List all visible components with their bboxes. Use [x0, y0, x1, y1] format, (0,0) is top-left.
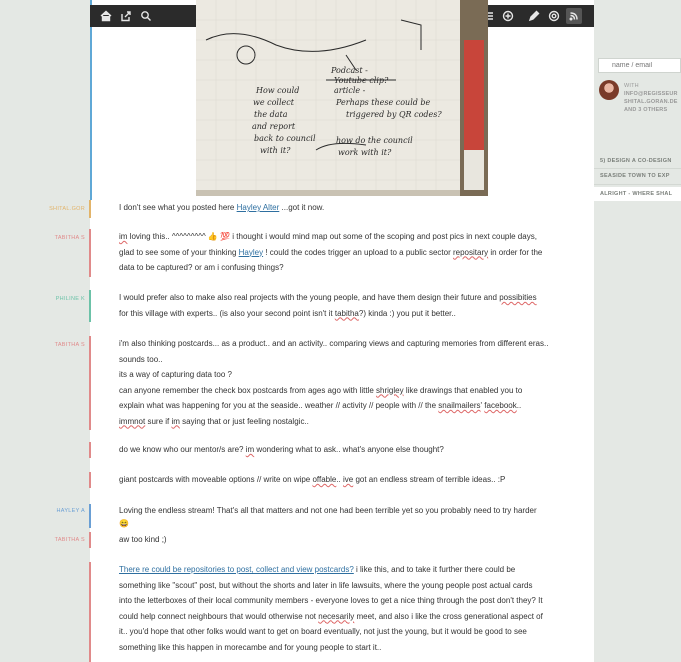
author-color-bar: [89, 504, 91, 528]
share-icon[interactable]: [118, 8, 134, 24]
message-text: aw too kind ;): [119, 535, 167, 544]
sketch-text: back to council: [254, 134, 316, 143]
collaborators-list: WITH INFO@REGISSEUR SHITAL.GORAN.DE AND …: [624, 83, 678, 113]
sketch-text: triggered by QR codes?: [346, 110, 442, 119]
sketch-text: Youtube clip?: [334, 76, 389, 85]
avatar: [599, 80, 619, 100]
author-label: TABITHA S: [54, 235, 85, 241]
author-label: TABITHA S: [54, 537, 85, 543]
author-color-bar: [89, 562, 91, 662]
sketch-text: we collect: [253, 98, 294, 107]
sketch-text: Podcast -: [331, 66, 368, 75]
name-email-input[interactable]: [598, 58, 681, 73]
thread-link[interactable]: SEASIDE TOWN TO EXP: [600, 173, 670, 179]
sketch-text: with it?: [260, 146, 291, 155]
message-text: do we know who our mentor/s are? im wond…: [119, 445, 444, 454]
sketch-text: How could: [256, 86, 300, 95]
author-color-bar: [89, 442, 91, 458]
author-label: TABITHA S: [54, 342, 85, 348]
message-text: There re could be repositories to post, …: [119, 565, 543, 652]
message-text: Loving the endless stream! That's all th…: [119, 506, 537, 528]
add-icon[interactable]: [500, 8, 516, 24]
message-text: i'm also thinking postcards... as a prod…: [119, 339, 549, 426]
mention-link[interactable]: Hayley: [239, 248, 263, 257]
sketch-text: article -: [334, 86, 366, 95]
author-color-bar: [89, 229, 91, 277]
mention-link[interactable]: Hayley Alter: [237, 203, 280, 212]
message-text: I would prefer also to make also real pr…: [119, 293, 537, 318]
author-label: SHITAL.GOR: [49, 206, 85, 212]
author-color-bar: [89, 200, 91, 218]
author-color-bar: [89, 290, 91, 322]
divider: [594, 168, 681, 169]
author-color-bar: [89, 336, 91, 430]
rss-icon[interactable]: [566, 8, 582, 24]
home-icon[interactable]: [98, 8, 114, 24]
divider: [594, 184, 681, 185]
sketch-text: how do the council: [336, 136, 413, 145]
sketchbook-photo: Podcast - Youtube clip? article - Perhap…: [196, 0, 488, 196]
pen-icon[interactable]: [526, 8, 542, 24]
author-label: PHILINE K: [55, 296, 85, 302]
message-text: im loving this.. ^^^^^^^^^ 👍 💯 i thought…: [119, 232, 543, 272]
message-text: giant postcards with moveable options //…: [119, 475, 506, 484]
left-gutter: [0, 0, 90, 662]
author-color-bar: [89, 532, 91, 548]
thread-link[interactable]: 5) DESIGN A CO-DESIGN: [600, 158, 672, 164]
author-label: HAYLEY A: [56, 508, 85, 514]
sketch-text: the data: [254, 110, 288, 119]
accent-line: [90, 0, 92, 200]
sketch-text: work with it?: [338, 148, 392, 157]
message-text: I don't see what you posted here Hayley …: [119, 203, 325, 212]
settings-icon[interactable]: [546, 8, 562, 24]
search-icon[interactable]: [138, 8, 154, 24]
thread-link-active[interactable]: ALRIGHT - WHERE SHAL: [594, 187, 681, 201]
author-color-bar: [89, 472, 91, 488]
sketch-text: Perhaps these could be: [336, 98, 431, 107]
sketch-text: and report: [252, 122, 296, 131]
